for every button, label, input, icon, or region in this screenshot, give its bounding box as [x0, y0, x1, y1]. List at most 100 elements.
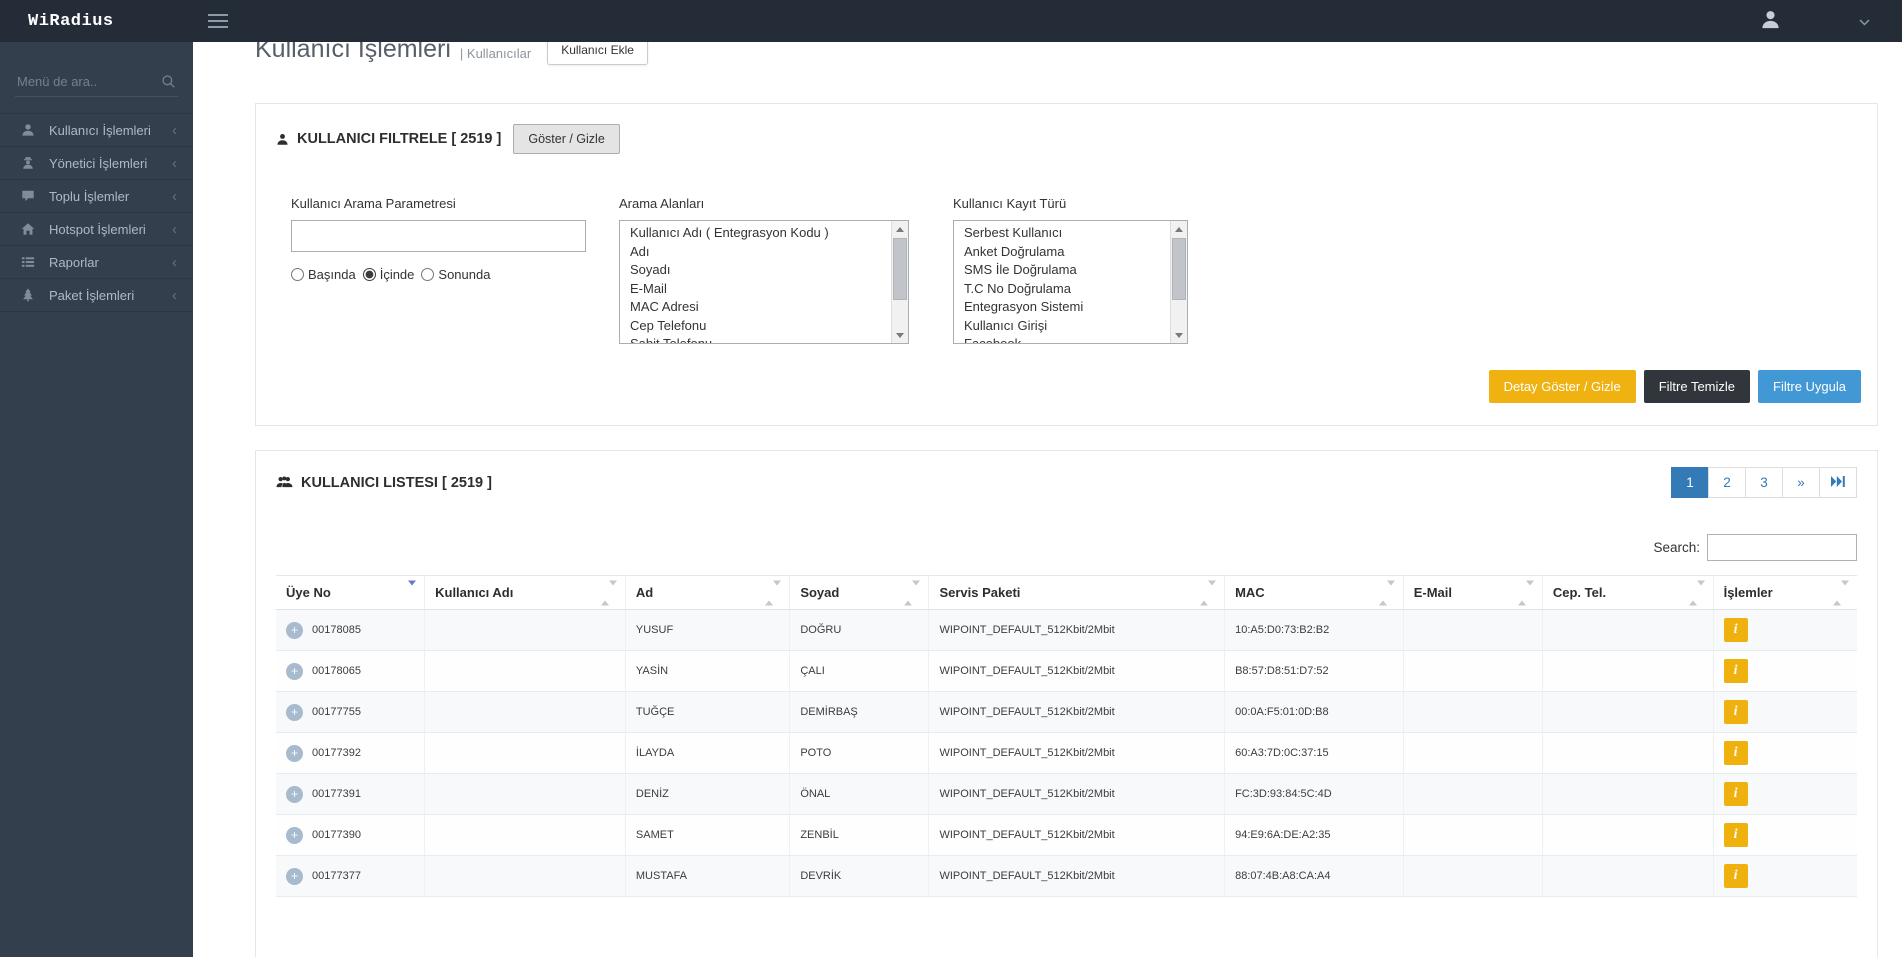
pagination-next[interactable]: »	[1782, 467, 1820, 498]
column-header-ad[interactable]: Ad	[625, 576, 789, 610]
user-menu-button[interactable]	[1760, 9, 1781, 33]
sidebar-item-toplu-islemler[interactable]: Toplu İşlemler ‹	[0, 180, 193, 213]
table-search-input[interactable]	[1707, 534, 1857, 561]
expand-row-button[interactable]: +	[286, 622, 303, 639]
listbox-option[interactable]: Entegrasyon Sistemi	[964, 298, 1165, 317]
expand-row-button[interactable]: +	[286, 827, 303, 844]
filtre-uygula-button[interactable]: Filtre Uygula	[1758, 370, 1861, 403]
chevron-left-icon: ‹	[172, 156, 177, 171]
listbox-option[interactable]: Cep Telefonu	[630, 317, 886, 336]
kayit-turu-listbox[interactable]: Serbest Kullanıcı Anket Doğrulama SMS İl…	[953, 220, 1188, 344]
scrollbar-thumb[interactable]	[1172, 238, 1186, 300]
expand-row-button[interactable]: +	[286, 868, 303, 885]
goster-gizle-button[interactable]: Göster / Gizle	[513, 124, 619, 154]
sort-icon	[765, 585, 781, 600]
brand-logo[interactable]: WiRadius	[0, 12, 172, 31]
column-header-cep-tel[interactable]: Cep. Tel.	[1542, 576, 1713, 610]
info-button[interactable]: i	[1724, 659, 1748, 683]
expand-row-button[interactable]: +	[286, 745, 303, 762]
scroll-up-icon[interactable]	[1171, 221, 1187, 237]
filter-panel-header: KULLANICI FILTRELE [ 2519 ] Göster / Giz…	[256, 104, 1877, 154]
sort-icon	[1379, 585, 1395, 600]
detay-goster-gizle-button[interactable]: Detay Göster / Gizle	[1489, 370, 1636, 403]
chevron-left-icon: ‹	[172, 255, 177, 270]
scrollbar[interactable]	[1170, 221, 1187, 343]
info-button[interactable]: i	[1724, 782, 1748, 806]
topbar-dropdown-toggle[interactable]	[1859, 14, 1870, 29]
expand-row-button[interactable]: +	[286, 786, 303, 803]
listbox-option[interactable]: SMS İle Doğrulama	[964, 261, 1165, 280]
sidebar-item-label: Paket İşlemleri	[49, 288, 172, 303]
radio-icinde-input[interactable]	[363, 268, 376, 281]
radio-icinde[interactable]: İçinde	[363, 267, 415, 282]
main-content: Kullanıcı İşlemleri | Kullanıcılar Kulla…	[193, 0, 1902, 957]
sidebar-item-raporlar[interactable]: Raporlar ‹	[0, 246, 193, 279]
match-position-radios: Başında İçinde Sonunda	[291, 267, 586, 282]
sidebar-search-input[interactable]	[15, 68, 178, 97]
chevron-left-icon: ‹	[172, 288, 177, 303]
column-header-servis-paketi[interactable]: Servis Paketi	[929, 576, 1225, 610]
column-header-kullanici-adi[interactable]: Kullanıcı Adı	[425, 576, 626, 610]
listbox-option[interactable]: Serbest Kullanıcı	[964, 224, 1165, 243]
sort-desc-icon	[408, 585, 416, 600]
user-icon	[1760, 18, 1781, 33]
record-type-column: Kullanıcı Kayıt Türü Serbest Kullanıcı A…	[953, 196, 1188, 344]
sidebar-item-label: Hotspot İşlemleri	[49, 222, 172, 237]
listbox-option[interactable]: Adı	[630, 243, 886, 262]
chevron-left-icon: ‹	[172, 123, 177, 138]
pagination-last[interactable]	[1819, 467, 1857, 498]
column-header-soyad[interactable]: Soyad	[790, 576, 929, 610]
column-header-email[interactable]: E-Mail	[1403, 576, 1542, 610]
search-param-input[interactable]	[291, 220, 586, 252]
listbox-option[interactable]: Anket Doğrulama	[964, 243, 1165, 262]
search-param-column: Kullanıcı Arama Parametresi Başında İçin…	[291, 196, 586, 344]
pagination-page-1[interactable]: 1	[1671, 467, 1709, 498]
sidebar-item-paket-islemleri[interactable]: Paket İşlemleri ‹	[0, 279, 193, 312]
sidebar-toggle-button[interactable]	[200, 4, 236, 38]
table-row: +00178065 YASİN ÇALI WIPOINT_DEFAULT_512…	[276, 651, 1857, 692]
scrollbar-thumb[interactable]	[893, 238, 907, 300]
sort-icon	[1689, 585, 1705, 600]
scrollbar[interactable]	[891, 221, 908, 343]
info-button[interactable]: i	[1724, 864, 1748, 888]
listbox-option[interactable]: Soyadı	[630, 261, 886, 280]
sidebar-item-hotspot-islemleri[interactable]: Hotspot İşlemleri ‹	[0, 213, 193, 246]
sidebar-item-kullanici-islemleri[interactable]: Kullanıcı İşlemleri ‹	[0, 114, 193, 147]
listbox-option[interactable]: T.C No Doğrulama	[964, 280, 1165, 299]
listbox-option[interactable]: Kullanıcı Girişi	[964, 317, 1165, 336]
pagination-page-2[interactable]: 2	[1708, 467, 1746, 498]
column-header-islemler[interactable]: İşlemler	[1713, 576, 1857, 610]
info-button[interactable]: i	[1724, 618, 1748, 642]
column-header-uye-no[interactable]: Üye No	[276, 576, 425, 610]
radio-basinda-input[interactable]	[291, 268, 304, 281]
scroll-down-icon[interactable]	[1171, 327, 1187, 343]
scroll-up-icon[interactable]	[892, 221, 908, 237]
expand-row-button[interactable]: +	[286, 663, 303, 680]
listbox-option[interactable]: Kullanıcı Adı ( Entegrasyon Kodu )	[630, 224, 886, 243]
filter-actions: Detay Göster / Gizle Filtre Temizle Filt…	[256, 344, 1877, 425]
filtre-temizle-button[interactable]: Filtre Temizle	[1644, 370, 1750, 403]
sort-icon	[601, 585, 617, 600]
info-button[interactable]: i	[1724, 741, 1748, 765]
arama-alanlari-listbox[interactable]: Kullanıcı Adı ( Entegrasyon Kodu ) Adı S…	[619, 220, 909, 344]
sidebar-search	[15, 68, 178, 97]
expand-row-button[interactable]: +	[286, 704, 303, 721]
pagination-page-3[interactable]: 3	[1745, 467, 1783, 498]
scroll-down-icon[interactable]	[892, 327, 908, 343]
user-icon	[276, 133, 289, 146]
sidebar-menu: Kullanıcı İşlemleri ‹ Yönetici İşlemleri…	[0, 113, 193, 312]
info-button[interactable]: i	[1724, 823, 1748, 847]
listbox-option[interactable]: E-Mail	[630, 280, 886, 299]
table-row: +00177755 TUĞÇE DEMİRBAŞ WIPOINT_DEFAULT…	[276, 692, 1857, 733]
radio-basinda[interactable]: Başında	[291, 267, 356, 282]
sidebar-item-label: Yönetici İşlemleri	[49, 156, 172, 171]
sidebar-item-yonetici-islemleri[interactable]: Yönetici İşlemleri ‹	[0, 147, 193, 180]
listbox-option[interactable]: MAC Adresi	[630, 298, 886, 317]
info-button[interactable]: i	[1724, 700, 1748, 724]
listbox-option[interactable]: Sabit Telefonu	[630, 335, 886, 344]
column-header-mac[interactable]: MAC	[1225, 576, 1404, 610]
radio-sonunda-input[interactable]	[421, 268, 434, 281]
radio-sonunda[interactable]: Sonunda	[421, 267, 490, 282]
table-search-label: Search:	[1653, 540, 1700, 555]
listbox-option[interactable]: Facebook	[964, 335, 1165, 344]
